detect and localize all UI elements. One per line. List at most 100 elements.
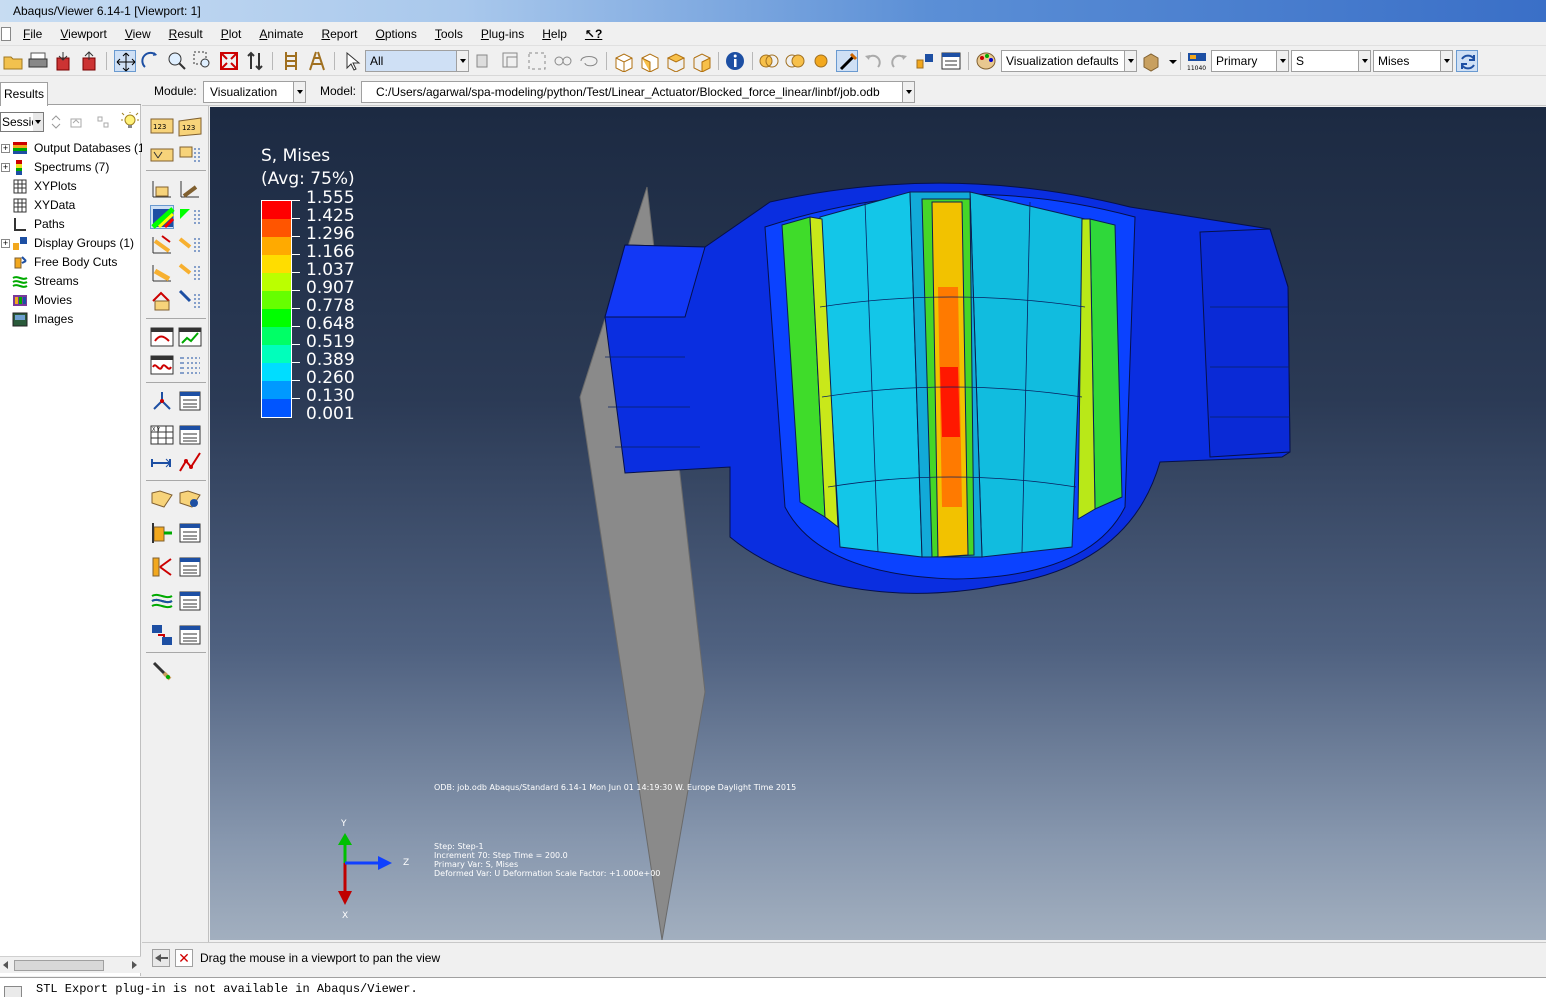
render-cube-icon[interactable] [1140,50,1162,72]
query-info-icon[interactable] [724,50,746,72]
menu-animate[interactable]: Animate [257,25,305,43]
tree-item-spectrums[interactable]: + Spectrums (7) [0,158,141,177]
create-xy-data-icon[interactable] [150,389,174,413]
contour-options-icon[interactable] [178,205,202,229]
plot-material-orientation-icon[interactable] [150,233,174,257]
menu-view[interactable]: View [123,25,153,43]
menu-viewport[interactable]: Viewport [58,25,108,43]
model-select[interactable]: C:/Users/agarwal/spa-modeling/python/Tes… [361,81,915,103]
tree-item-output-databases[interactable]: + Output Databases (1 [0,139,145,158]
selection-options-icon[interactable] [472,50,494,72]
tree-item-paths[interactable]: Paths [0,215,141,234]
view-manager-icon[interactable] [940,50,962,72]
view-cut-manager-icon[interactable] [178,521,202,545]
superimpose-options-icon[interactable] [178,289,202,313]
tree-item-images[interactable]: Images [0,310,141,329]
import-odb-icon[interactable] [52,50,74,72]
print-icon[interactable] [27,50,49,72]
undo-icon[interactable] [862,50,884,72]
create-xy-plot-icon[interactable]: X Y [150,423,174,447]
tab-results[interactable]: Results [0,82,48,106]
tree-up-icon[interactable] [68,114,84,130]
lasso-icon[interactable] [578,50,600,72]
results-horizontal-scrollbar[interactable] [0,956,141,973]
select-from-viewport-icon[interactable] [500,50,522,72]
zoom-icon[interactable] [166,50,188,72]
tree-item-display-groups[interactable]: + Display Groups (1) [0,234,141,253]
scroll-left-icon[interactable] [3,961,8,969]
plot-options-icon[interactable] [178,143,202,167]
free-body-manager-icon[interactable] [178,555,202,579]
color-palette-icon[interactable] [975,50,997,72]
create-display-group-icon[interactable] [150,487,174,511]
open-folder-icon[interactable] [2,50,24,72]
component-select[interactable]: Mises [1373,50,1453,72]
selection-filter-select[interactable]: All [365,50,469,72]
menu-result[interactable]: Result [167,25,205,43]
animate-scale-factor-icon[interactable] [150,325,174,349]
variable-position-select[interactable]: Primary [1211,50,1289,72]
animate-harmonic-icon[interactable] [150,353,174,377]
sort-updown-icon[interactable] [50,114,62,130]
pick-tool-icon[interactable] [836,50,858,72]
display-group-manager-icon[interactable] [178,487,202,511]
create-path-icon[interactable] [150,451,174,475]
plot-symbols-icon[interactable] [150,177,174,201]
create-stream-icon[interactable] [150,589,174,613]
expand-icon[interactable]: + [1,239,10,248]
expand-icon[interactable]: + [1,163,10,172]
selection-method-icon[interactable] [552,50,574,72]
stairs-icon[interactable] [306,50,328,72]
plot-contours-deformed-icon[interactable] [150,205,175,229]
field-output-icon[interactable]: 11040 [1186,50,1208,72]
menu-tools[interactable]: Tools [433,25,465,43]
select-arrow-icon[interactable] [342,50,364,72]
menu-options[interactable]: Options [373,25,418,43]
lightbulb-icon[interactable] [121,112,139,130]
context-help-icon[interactable]: ↖? [583,25,604,43]
plot-contours-undeformed-icon[interactable] [150,143,174,167]
sync-options-icon[interactable] [1456,50,1478,72]
front-view-icon[interactable] [638,50,660,72]
menu-file[interactable]: File [21,25,44,43]
tree-item-xydata[interactable]: XYData [0,196,141,215]
top-view-icon[interactable] [664,50,686,72]
tree-item-xyplots[interactable]: XYPlots [0,177,141,196]
session-select[interactable]: Sessio [0,112,44,132]
ladder-icon[interactable] [280,50,302,72]
plot-undeformed-icon[interactable]: 123 [150,115,174,139]
iso-view-icon[interactable] [612,50,634,72]
animation-options-icon[interactable] [178,353,202,377]
symbol-options-icon[interactable] [178,177,202,201]
menu-plugins[interactable]: Plug-ins [479,25,526,43]
plot-allowed-icon[interactable] [150,261,174,285]
side-view-icon[interactable] [690,50,712,72]
transformation-manager-icon[interactable] [178,623,202,647]
menu-help[interactable]: Help [540,25,569,43]
render-style-select[interactable]: Visualization defaults [1001,50,1137,72]
overlay-plot-icon[interactable] [758,50,780,72]
scroll-right-icon[interactable] [132,961,137,969]
box-zoom-icon[interactable] [192,50,214,72]
menu-grip-icon[interactable] [1,26,11,41]
pan-icon[interactable] [114,50,136,72]
create-free-body-cut-icon[interactable] [150,555,174,579]
fea-model-render[interactable] [210,107,1546,940]
common-plot-options-icon[interactable] [150,289,174,313]
xy-curve-icon[interactable] [178,451,202,475]
orientation-options-icon[interactable] [178,233,202,257]
multiplot-icon[interactable] [784,50,806,72]
probe-values-icon[interactable] [150,659,174,683]
cycle-views-icon[interactable] [244,50,266,72]
tree-filter-icon[interactable] [95,114,111,130]
menu-report[interactable]: Report [319,25,359,43]
prompt-cancel-icon[interactable]: ✕ [175,949,193,967]
plot-deformed-icon[interactable]: 123 [178,115,202,139]
display-group-icon[interactable] [914,50,936,72]
variable-select[interactable]: S [1291,50,1371,72]
message-toggle-icon[interactable] [4,986,22,997]
module-select[interactable]: Visualization [203,81,306,103]
stream-manager-icon[interactable] [178,589,202,613]
render-cube-dropdown-icon[interactable] [1162,50,1177,72]
expand-icon[interactable]: + [1,144,10,153]
